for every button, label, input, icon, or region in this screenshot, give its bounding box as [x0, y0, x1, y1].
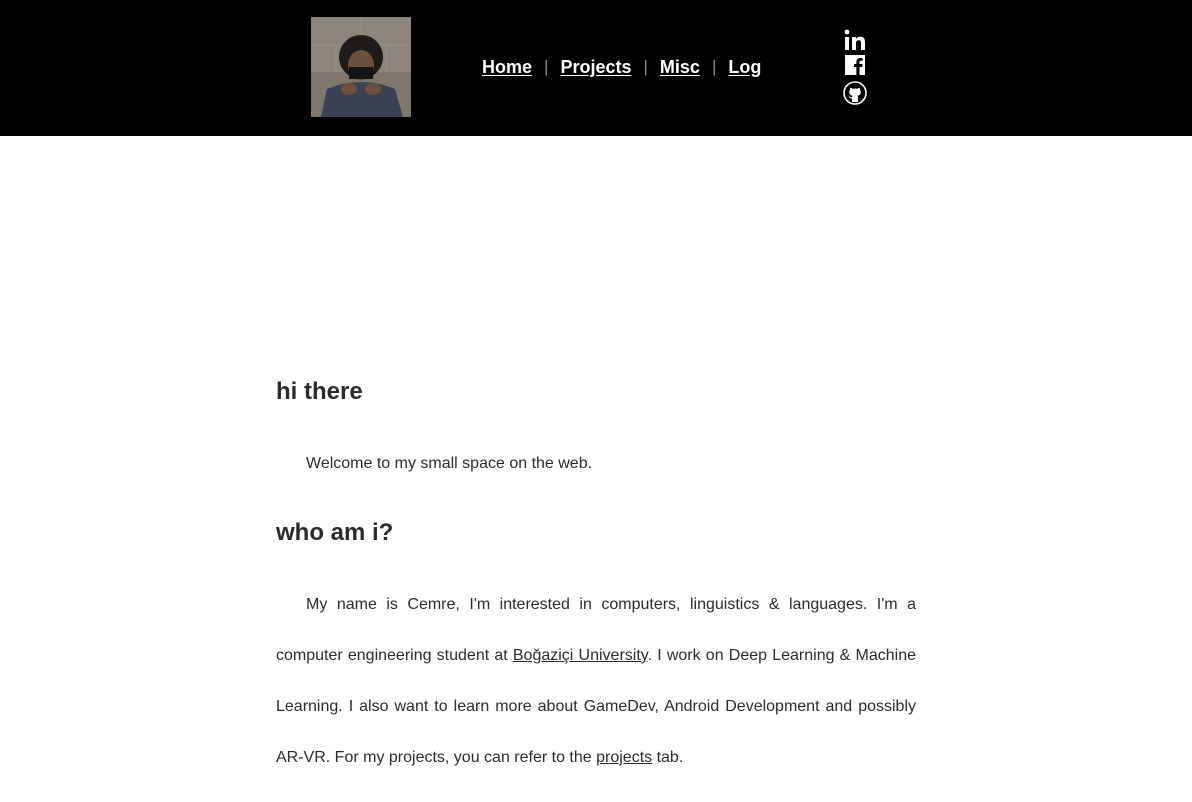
projects-link[interactable]: projects [596, 749, 652, 766]
avatar-photo [311, 17, 411, 117]
intro-heading: hi there [276, 378, 363, 405]
about-heading: who am i? [276, 519, 394, 546]
github-icon[interactable] [843, 81, 867, 105]
main-nav: Home | Projects | Misc | Log [482, 55, 761, 79]
about-text-3: tab. [652, 749, 684, 766]
nav-home-link[interactable]: Home [482, 57, 532, 78]
intro-text: Welcome to my small space on the web. [306, 455, 593, 472]
nav-log-link[interactable]: Log [728, 57, 761, 78]
nav-misc-link[interactable]: Misc [660, 57, 700, 78]
university-link[interactable]: Boğaziçi University [513, 647, 648, 664]
nav-separator: | [711, 57, 717, 76]
nav-separator: | [643, 57, 648, 76]
nav-projects-link[interactable]: Projects [560, 57, 631, 78]
nav-separator: | [544, 57, 549, 76]
linkedin-icon[interactable] [843, 28, 867, 52]
site-header: Home | Projects | Misc | Log [0, 0, 1192, 136]
about-paragraph: My name is Cemre, I'm interested in comp… [276, 579, 916, 783]
facebook-icon[interactable] [843, 53, 867, 77]
avatar [311, 17, 411, 117]
